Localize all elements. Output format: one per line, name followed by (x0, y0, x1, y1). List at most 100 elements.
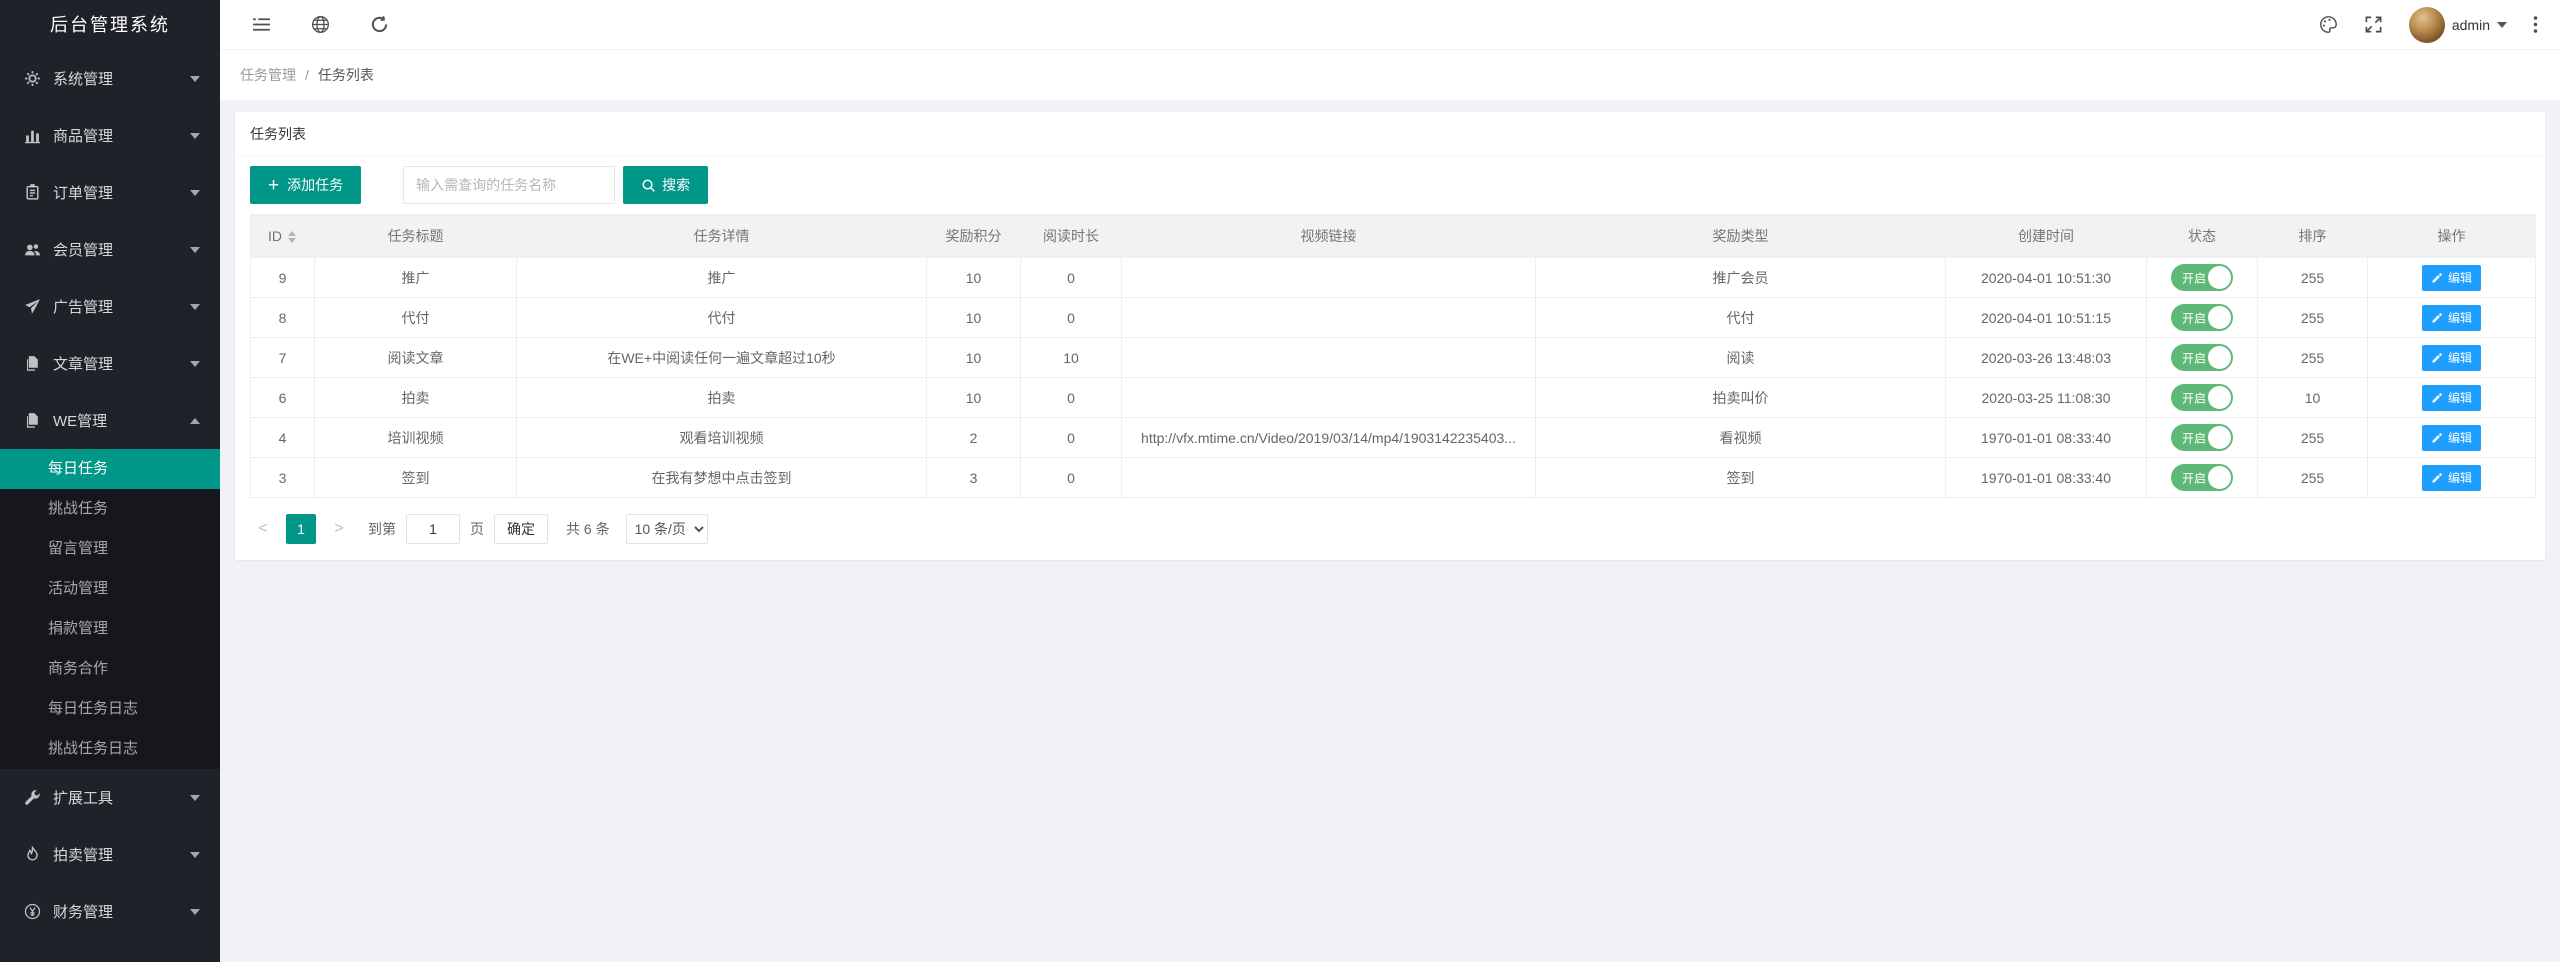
search-icon (641, 178, 656, 193)
edit-button[interactable]: 编辑 (2422, 425, 2481, 451)
cell-video (1122, 458, 1536, 498)
cell-status: 开启 (2147, 298, 2258, 338)
sidebar-item-we[interactable]: WE管理 (0, 392, 220, 449)
send-icon (24, 298, 41, 315)
sort-icon (287, 231, 297, 243)
sidebar-item-challenge-task-log[interactable]: 挑战任务日志 (0, 729, 220, 769)
chevron-down-icon (190, 852, 200, 858)
toggle-on-label: 开启 (2182, 269, 2206, 286)
refresh-icon[interactable] (370, 15, 389, 34)
breadcrumb-item-parent[interactable]: 任务管理 (240, 65, 296, 85)
bar-chart-icon (24, 127, 41, 144)
table-row: 7阅读文章在WE+中阅读任何一遍文章超过10秒1010阅读2020-03-26 … (251, 338, 2536, 378)
table-row: 8代付代付100代付2020-04-01 10:51:15开启255编辑 (251, 298, 2536, 338)
sidebar-item-goods[interactable]: 商品管理 (0, 107, 220, 164)
cell-video (1122, 338, 1536, 378)
status-toggle[interactable]: 开启 (2171, 464, 2233, 491)
edit-button[interactable]: 编辑 (2422, 385, 2481, 411)
status-toggle[interactable]: 开启 (2171, 344, 2233, 371)
edit-button[interactable]: 编辑 (2422, 305, 2481, 331)
pencil-icon (2431, 312, 2443, 324)
sidebar-item-system[interactable]: 系统管理 (0, 50, 220, 107)
cell-points: 3 (927, 458, 1021, 498)
edit-button[interactable]: 编辑 (2422, 265, 2481, 291)
col-label: 阅读时长 (1043, 228, 1099, 244)
cell-video (1122, 258, 1536, 298)
edit-button[interactable]: 编辑 (2422, 345, 2481, 371)
sidebar-item-members[interactable]: 会员管理 (0, 221, 220, 278)
sidebar-item-label: WE管理 (53, 410, 190, 431)
sidebar-item-donations[interactable]: 捐款管理 (0, 609, 220, 649)
cell-points: 2 (927, 418, 1021, 458)
sidebar-item-business-coop[interactable]: 商务合作 (0, 649, 220, 689)
toggle-on-label: 开启 (2182, 349, 2206, 366)
sidebar-menu: 系统管理商品管理订单管理会员管理广告管理文章管理 WE管理每日任务挑战任务留言管理… (0, 50, 220, 962)
cell-actions: 编辑 (2368, 458, 2536, 498)
status-toggle[interactable]: 开启 (2171, 384, 2233, 411)
col-sort: 排序 (2258, 215, 2368, 258)
chevron-down-icon (2497, 22, 2507, 28)
cell-created: 2020-03-26 13:48:03 (1946, 338, 2147, 378)
sidebar-item-activities[interactable]: 活动管理 (0, 569, 220, 609)
sidebar-item-tools[interactable]: 扩展工具 (0, 769, 220, 826)
cell-id: 8 (251, 298, 315, 338)
sidebar-item-daily-task[interactable]: 每日任务 (0, 449, 220, 489)
status-toggle[interactable]: 开启 (2171, 304, 2233, 331)
search-input[interactable] (403, 166, 615, 204)
sidebar-item-ads[interactable]: 广告管理 (0, 278, 220, 335)
sidebar-item-finance[interactable]: 财务管理 (0, 883, 220, 940)
goto-page-input[interactable] (406, 514, 460, 544)
col-created: 创建时间 (1946, 215, 2147, 258)
add-task-label: 添加任务 (287, 175, 343, 195)
table-row: 6拍卖拍卖100拍卖叫价2020-03-25 11:08:30开启10编辑 (251, 378, 2536, 418)
sidebar-item-auction[interactable]: 拍卖管理 (0, 826, 220, 883)
toggle-knob (2208, 466, 2231, 489)
col-label: 任务详情 (694, 228, 750, 244)
sidebar-item-challenge-task[interactable]: 挑战任务 (0, 489, 220, 529)
globe-icon[interactable] (311, 15, 330, 34)
toggle-knob (2208, 386, 2231, 409)
yen-circle-icon (24, 903, 41, 920)
page-number-active[interactable]: 1 (286, 514, 316, 544)
cell-title: 阅读文章 (315, 338, 517, 378)
status-toggle[interactable]: 开启 (2171, 264, 2233, 291)
goto-confirm-button[interactable]: 确定 (494, 514, 548, 544)
page-size-select[interactable]: 10 条/页 (626, 514, 708, 544)
sidebar: 后台管理系统 系统管理商品管理订单管理会员管理广告管理文章管理WE管理每日任务挑… (0, 0, 220, 962)
more-vertical-icon[interactable] (2533, 15, 2538, 34)
prev-page-button[interactable]: < (250, 514, 276, 544)
user-menu[interactable]: admin (2409, 7, 2507, 43)
sidebar-item-daily-task-log[interactable]: 每日任务日志 (0, 689, 220, 729)
edit-button[interactable]: 编辑 (2422, 465, 2481, 491)
edit-label: 编辑 (2448, 349, 2472, 366)
fullscreen-icon[interactable] (2364, 15, 2383, 34)
avatar[interactable] (2409, 7, 2445, 43)
topbar: admin (220, 0, 2560, 50)
order-list-icon (24, 184, 41, 201)
toggle-on-label: 开启 (2182, 429, 2206, 446)
cell-duration: 0 (1021, 418, 1122, 458)
sidebar-submenu-we: 每日任务挑战任务留言管理活动管理捐款管理商务合作每日任务日志挑战任务日志 (0, 449, 220, 769)
col-label: 任务标题 (388, 228, 444, 244)
search-button[interactable]: 搜索 (623, 166, 708, 204)
col-label: 奖励积分 (946, 228, 1002, 244)
breadcrumb-separator: / (305, 67, 309, 83)
collapse-menu-icon[interactable] (252, 15, 271, 34)
sidebar-item-orders[interactable]: 订单管理 (0, 164, 220, 221)
sidebar-item-label: 商品管理 (53, 125, 190, 146)
cell-sort: 255 (2258, 458, 2368, 498)
cell-video: http://vfx.mtime.cn/Video/2019/03/14/mp4… (1122, 418, 1536, 458)
add-task-button[interactable]: + 添加任务 (250, 166, 361, 204)
app-title: 后台管理系统 (0, 0, 220, 50)
status-toggle[interactable]: 开启 (2171, 424, 2233, 451)
sidebar-item-messages[interactable]: 留言管理 (0, 529, 220, 569)
sidebar-item-articles[interactable]: 文章管理 (0, 335, 220, 392)
col-id[interactable]: ID (251, 215, 315, 258)
next-page-button[interactable]: > (326, 514, 352, 544)
cell-created: 1970-01-01 08:33:40 (1946, 458, 2147, 498)
theme-palette-icon[interactable] (2319, 15, 2338, 34)
toggle-knob (2208, 306, 2231, 329)
cell-video (1122, 378, 1536, 418)
cell-status: 开启 (2147, 378, 2258, 418)
cell-sort: 255 (2258, 418, 2368, 458)
